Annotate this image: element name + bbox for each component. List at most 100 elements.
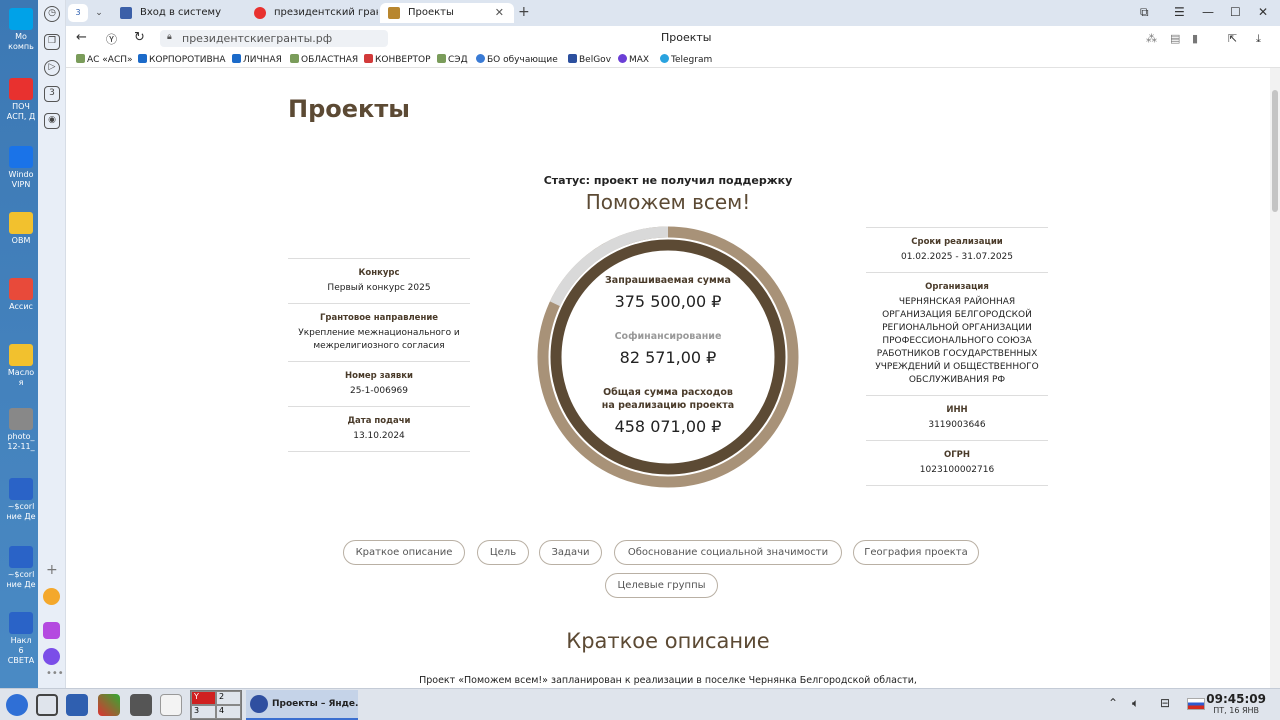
- notes-icon[interactable]: [130, 694, 152, 716]
- back-icon[interactable]: ←: [76, 30, 87, 45]
- info-value: ЧЕРНЯНСКАЯ РАЙОННАЯ ОРГАНИЗАЦИЯ БЕЛГОРОД…: [875, 297, 1039, 385]
- close-window-icon[interactable]: ✕: [1258, 5, 1268, 19]
- extensions-icon[interactable]: ⁂: [1146, 32, 1157, 45]
- workspace-3[interactable]: 3: [191, 705, 216, 719]
- info-item: Грантовое направление Укрепление межнацио…: [288, 303, 470, 361]
- desktop-icon-label: Накл: [10, 636, 32, 645]
- tab-search[interactable]: президентский грант 202: [246, 3, 378, 23]
- desktop-icon[interactable]: photo_ 12-11_: [4, 408, 38, 452]
- window-label: Проекты – Янде...: [272, 699, 358, 709]
- tab-projects[interactable]: Проекты ✕: [380, 3, 514, 23]
- alice-icon[interactable]: [43, 648, 60, 665]
- new-tab-button[interactable]: +: [518, 4, 530, 20]
- bookmark-item[interactable]: ЛИЧНАЯ: [232, 54, 282, 65]
- pin-icon[interactable]: ⧉: [1140, 5, 1149, 20]
- bookmark-item[interactable]: КОНВЕРТОР: [364, 54, 431, 65]
- desktop-icon[interactable]: ПОЧ АСП, Д: [4, 78, 38, 122]
- tab-tasks[interactable]: Задачи: [539, 540, 602, 565]
- info-label: ИНН: [946, 405, 968, 415]
- info-label: Номер заявки: [345, 371, 413, 381]
- tab-social-significance[interactable]: Обоснование социальной значимости: [614, 540, 842, 565]
- language-flag-icon[interactable]: [1187, 698, 1205, 710]
- tab-counter-icon[interactable]: 3: [44, 86, 60, 102]
- workspace-2[interactable]: 2: [216, 691, 241, 705]
- apps-icon[interactable]: [66, 694, 88, 716]
- taskbar-window-browser[interactable]: Проекты – Янде...: [246, 690, 358, 720]
- play-icon[interactable]: ▷: [44, 60, 60, 76]
- tab-favicon: [254, 7, 266, 19]
- chevron-down-icon[interactable]: ⌄: [90, 4, 108, 22]
- project-status: Статус: проект не получил поддержку: [543, 174, 793, 187]
- clock-time: 09:45:09: [1206, 692, 1266, 706]
- info-item: Сроки реализации 01.02.2025 - 31.07.2025: [866, 227, 1048, 272]
- workspace-switcher[interactable]: Y 2 3 4: [190, 690, 242, 720]
- history-icon[interactable]: ◷: [44, 6, 60, 22]
- more-icon[interactable]: •••: [46, 668, 64, 679]
- tab-goal[interactable]: Цель: [477, 540, 529, 565]
- workspace-4[interactable]: 4: [216, 705, 241, 719]
- download-icon[interactable]: ⤓: [1256, 32, 1261, 46]
- scrollbar[interactable]: [1270, 68, 1280, 688]
- tab-target-groups[interactable]: Целевые группы: [605, 573, 718, 598]
- tab-label: президентский грант 202: [274, 7, 378, 18]
- desktop-icon-label: Ассис: [9, 302, 33, 311]
- minimize-icon[interactable]: —: [1202, 5, 1214, 19]
- bookmark-item[interactable]: БО обучающие р: [476, 54, 560, 65]
- desktop-icon-label: Мо: [15, 32, 27, 41]
- telegram-icon: [660, 54, 669, 63]
- tab-count-badge[interactable]: 3: [68, 4, 88, 22]
- info-item: Дата подачи 13.10.2024: [288, 406, 470, 452]
- desktop-icon[interactable]: Ассис: [4, 278, 38, 312]
- desktop-area: Мо компь ПОЧ АСП, Д Windo VIPN ОВМ Ассис Масло я p…: [0, 0, 38, 688]
- bookmark-item[interactable]: АС «АСП»: [76, 54, 133, 65]
- desktop-icon-label: я: [18, 378, 24, 387]
- desktop-icon-label: 6 СВЕТА: [7, 646, 35, 665]
- close-tab-icon[interactable]: ✕: [495, 6, 504, 19]
- maximize-icon[interactable]: ☐: [1230, 5, 1241, 19]
- desktop-icon[interactable]: ~$corl ние Де: [4, 478, 38, 522]
- file-manager-icon[interactable]: [36, 694, 58, 716]
- mail-icon[interactable]: [43, 588, 60, 605]
- bookmark-item[interactable]: КОРПОРОТИВНА: [138, 54, 226, 65]
- clock[interactable]: 09:45:09 ПТ, 16 ЯНВ: [1206, 692, 1266, 715]
- network-icon[interactable]: ⊟: [1160, 696, 1170, 710]
- reload-icon[interactable]: ↻: [134, 30, 145, 45]
- desktop-icon-label: компь: [8, 42, 34, 51]
- tab-login[interactable]: Вход в систему: [112, 3, 246, 23]
- bookmark-item[interactable]: Telegram: [660, 54, 712, 65]
- file-icon: [9, 78, 33, 100]
- document-icon[interactable]: [160, 694, 182, 716]
- bookmark-item[interactable]: СЭД: [437, 54, 468, 65]
- tab-short-description[interactable]: Краткое описание: [343, 540, 465, 565]
- desktop-icon[interactable]: Накл 6 СВЕТА: [4, 612, 38, 666]
- bookmark-icon[interactable]: ▮: [1192, 32, 1198, 45]
- add-panel-icon[interactable]: +: [46, 562, 58, 578]
- url-field[interactable]: 🔒︎ президентскиегранты.рф: [160, 30, 388, 47]
- screenshot-icon[interactable]: ◉: [44, 113, 60, 129]
- workspace-1[interactable]: Y: [191, 691, 216, 705]
- desktop-icon[interactable]: ОВМ: [4, 212, 38, 246]
- app-icon[interactable]: [43, 622, 60, 639]
- tab-geography[interactable]: География проекта: [853, 540, 979, 565]
- network-app-icon[interactable]: [98, 694, 120, 716]
- home-icon: [76, 54, 85, 63]
- start-menu-icon[interactable]: [6, 694, 28, 716]
- desktop-icon[interactable]: Масло я: [4, 344, 38, 388]
- volume-icon[interactable]: 🔈︎: [1132, 696, 1139, 711]
- reader-icon[interactable]: ▤: [1170, 32, 1180, 45]
- share-icon[interactable]: ⇱: [1228, 32, 1237, 45]
- scrollbar-thumb[interactable]: [1272, 90, 1278, 212]
- bookmark-item[interactable]: ОБЛАСТНАЯ: [290, 54, 358, 65]
- outlook-icon: [232, 54, 241, 63]
- page-content: Проекты Статус: проект не получил поддер…: [66, 68, 1270, 688]
- collections-icon[interactable]: ❐: [44, 34, 60, 50]
- desktop-icon[interactable]: Мо компь: [4, 8, 38, 52]
- yandex-icon[interactable]: Ⓨ: [106, 31, 117, 47]
- menu-icon[interactable]: ☰: [1174, 5, 1185, 19]
- tray-up-icon[interactable]: ⌃: [1108, 696, 1118, 710]
- bookmark-item[interactable]: BelGov: [568, 54, 611, 65]
- doc-icon: [568, 54, 577, 63]
- bookmark-item[interactable]: MAX: [618, 54, 649, 65]
- desktop-icon[interactable]: ~$corl ние Де: [4, 546, 38, 590]
- desktop-icon[interactable]: Windo VIPN: [4, 146, 38, 190]
